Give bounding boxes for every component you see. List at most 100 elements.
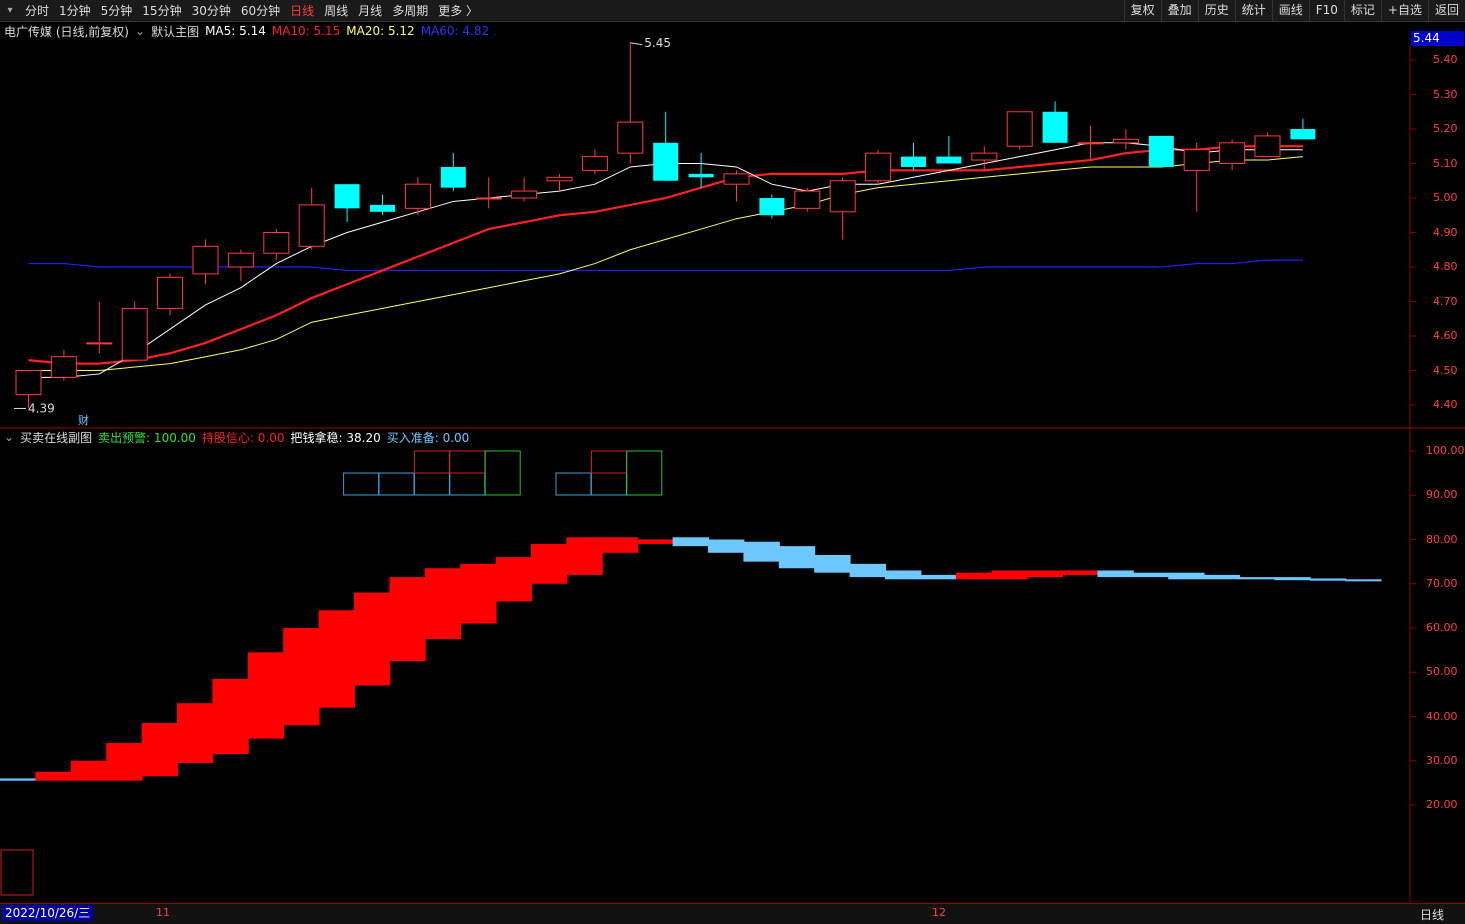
candle-body-up — [1183, 149, 1210, 171]
sub-bar — [106, 743, 143, 781]
signal-box — [378, 472, 415, 496]
signal-box — [555, 472, 592, 496]
candle-body-down — [440, 166, 466, 188]
signal-box — [449, 472, 486, 496]
main-y-tick: 4.60 — [1433, 329, 1458, 342]
candle-body-up — [263, 232, 290, 254]
candle-body-up — [1077, 142, 1104, 145]
candle-body-up — [157, 276, 184, 309]
main-y-tick: 4.90 — [1433, 225, 1458, 239]
sub-bar — [141, 723, 178, 777]
main-y-tick: 5.00 — [1433, 191, 1458, 204]
sub-bar — [708, 539, 745, 553]
sub-bar — [35, 771, 72, 781]
month-tick-11: 11 — [156, 906, 170, 919]
sub-y-tick: 80.00 — [1426, 532, 1458, 546]
candle-body-down — [936, 156, 962, 164]
high-annotation: 5.45 — [644, 36, 671, 50]
candle-body-down — [653, 142, 679, 181]
main-y-tick: 4.40 — [1433, 398, 1458, 411]
sub-bar — [1274, 577, 1311, 581]
sub-y-tick: 60.00 — [1426, 621, 1458, 634]
main-y-tick: 5.10 — [1433, 156, 1458, 170]
sub-bar — [991, 570, 1028, 580]
period-indicator[interactable]: 日线 — [1420, 906, 1444, 923]
volume-marker-box — [0, 849, 34, 896]
signal-box — [413, 472, 450, 496]
sub-bar — [1168, 572, 1205, 580]
candle-body-up — [121, 307, 148, 361]
sub-bar — [212, 678, 249, 755]
signal-box — [449, 450, 486, 474]
candle-body-up — [581, 156, 608, 171]
candle-body-up — [15, 370, 42, 396]
candle-body-up — [1006, 111, 1033, 147]
candle-body-up — [794, 190, 821, 209]
sub-bar — [318, 610, 355, 708]
sub-bar — [1097, 570, 1134, 578]
sub-bar — [601, 537, 639, 553]
sub-y-tick: 90.00 — [1426, 488, 1458, 502]
sub-bar — [70, 760, 108, 781]
finance-marker: 财 — [78, 413, 89, 427]
sub-y-tick: 40.00 — [1426, 709, 1458, 723]
candle-body-up — [50, 356, 77, 378]
candle-body-down — [1148, 135, 1174, 167]
low-annotation: 4.39 — [28, 401, 55, 415]
high-arrow — [630, 42, 643, 46]
kline-chart[interactable]: 5.45 4.39 财 — [0, 0, 1465, 923]
sub-bar — [283, 628, 320, 726]
candle-body-up — [829, 180, 856, 213]
candle-body-up — [511, 190, 538, 199]
sub-bar — [920, 574, 957, 580]
sub-bar — [1062, 570, 1099, 575]
sub-bar — [460, 563, 497, 624]
candle-body-up — [86, 342, 113, 345]
sub-y-tick: 70.00 — [1426, 576, 1458, 590]
main-y-tick: 5.30 — [1433, 87, 1458, 101]
sub-bar — [885, 570, 922, 580]
sub-bar — [1309, 578, 1347, 581]
candle-body-up — [404, 183, 431, 209]
candle-body-down — [334, 184, 360, 209]
candle-body-up — [227, 252, 254, 268]
candle-body-up — [971, 152, 998, 161]
sub-bar — [354, 592, 391, 686]
sub-bar — [849, 563, 886, 578]
sub-bar — [743, 541, 780, 562]
candle-body-down — [370, 204, 395, 212]
sub-bar — [1345, 579, 1382, 582]
sub-bar — [637, 539, 674, 544]
sub-bar — [814, 554, 851, 573]
sub-bar — [1203, 574, 1240, 580]
sub-y-tick: 50.00 — [1426, 665, 1458, 679]
sub-bar — [1026, 570, 1063, 578]
main-y-tick: 4.50 — [1433, 363, 1458, 377]
signal-box — [343, 472, 380, 496]
sub-bar — [1132, 572, 1170, 578]
candle-body-up — [546, 176, 573, 182]
main-y-tick: 5.20 — [1433, 122, 1458, 135]
main-y-tick: 4.70 — [1433, 294, 1458, 308]
sub-y-tick: 20.00 — [1426, 798, 1458, 811]
candle-body-down — [1042, 111, 1068, 143]
candle-body-up — [192, 245, 219, 275]
candle-body-up — [1219, 142, 1246, 165]
sub-bar — [566, 537, 603, 575]
signal-box — [484, 450, 521, 496]
sub-y-tick: 30.00 — [1426, 753, 1458, 767]
signal-box — [413, 450, 450, 474]
candle-body-down — [759, 198, 785, 216]
sub-bar — [0, 778, 37, 781]
candle-body-up — [1112, 138, 1139, 144]
sub-bar — [247, 652, 285, 739]
candle-body-up — [475, 197, 502, 200]
ma60-line — [28, 259, 1303, 272]
candle-body-up — [865, 152, 892, 182]
sub-bar — [778, 546, 816, 569]
signal-box — [590, 450, 627, 474]
sub-bar — [177, 703, 214, 763]
date-axis: 2022/10/26/三 11 12 日线 — [0, 903, 1465, 924]
signal-box — [590, 472, 627, 496]
sub-y-tick: 100.00 — [1426, 444, 1465, 457]
